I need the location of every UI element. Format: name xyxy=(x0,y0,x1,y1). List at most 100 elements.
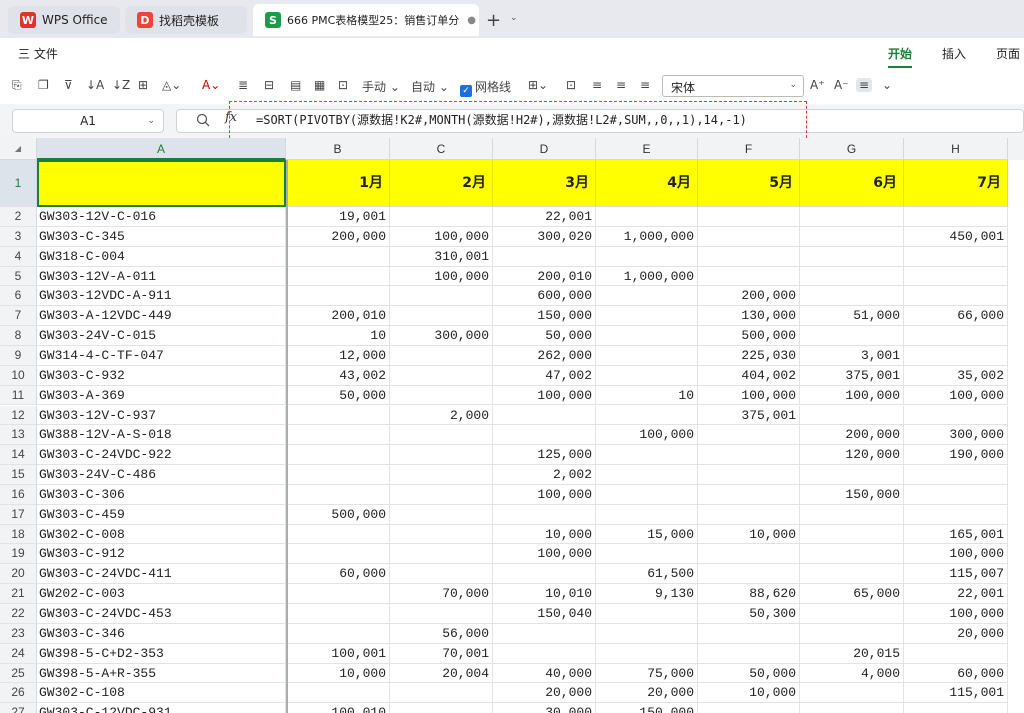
row-header[interactable]: 20 xyxy=(0,564,37,585)
quantity-cell[interactable]: 50,300 xyxy=(698,604,800,624)
font-family-select[interactable]: 宋体 ⌄ xyxy=(662,75,804,97)
quantity-cell[interactable]: 88,620 xyxy=(698,584,800,604)
sort-ascending-icon[interactable]: ↓A xyxy=(86,78,104,92)
quantity-cell[interactable] xyxy=(390,465,493,485)
quantity-cell[interactable]: 200,010 xyxy=(286,306,390,327)
quantity-cell[interactable] xyxy=(390,544,493,565)
quantity-cell[interactable] xyxy=(800,286,904,307)
quantity-cell[interactable] xyxy=(390,703,493,713)
tab-spreadsheet[interactable]: S 666 PMC表格模型25：销售订单分 ● xyxy=(253,4,479,36)
quantity-cell[interactable] xyxy=(800,564,904,585)
quantity-cell[interactable] xyxy=(698,425,800,446)
quantity-cell[interactable] xyxy=(800,623,904,644)
quantity-cell[interactable]: 100,000 xyxy=(904,604,1008,624)
quantity-cell[interactable]: 3,001 xyxy=(800,345,904,366)
quantity-cell[interactable]: 65,000 xyxy=(800,584,904,604)
quantity-cell[interactable] xyxy=(904,405,1008,426)
quantity-cell[interactable] xyxy=(286,465,390,485)
item-code-cell[interactable]: GW303-12V-C-937 xyxy=(37,405,286,426)
quantity-cell[interactable]: 300,020 xyxy=(493,226,596,247)
ribbon-tab-home[interactable]: 开始 xyxy=(888,45,913,68)
quantity-cell[interactable]: 12,000 xyxy=(286,345,390,366)
copy-icon[interactable]: ❐ xyxy=(38,78,49,92)
quantity-cell[interactable] xyxy=(493,504,596,525)
name-box[interactable]: A1 ⌄ xyxy=(12,109,164,133)
quantity-cell[interactable] xyxy=(286,604,390,624)
quantity-cell[interactable]: 300,000 xyxy=(904,425,1008,446)
month-header-cell[interactable]: 5月 xyxy=(698,160,800,207)
quantity-cell[interactable] xyxy=(904,643,1008,664)
quantity-cell[interactable]: 20,004 xyxy=(390,663,493,684)
zoom-search-icon[interactable] xyxy=(196,113,210,130)
quantity-cell[interactable] xyxy=(904,286,1008,307)
quantity-cell[interactable]: 100,001 xyxy=(286,643,390,664)
row-header[interactable]: 23 xyxy=(0,623,37,644)
item-code-cell[interactable]: GW388-12V-A-S-018 xyxy=(37,425,286,446)
auto-calc-button[interactable]: 自动 ⌄ xyxy=(411,78,449,95)
quantity-cell[interactable]: 100,000 xyxy=(904,385,1008,406)
row-header[interactable]: 27 xyxy=(0,703,37,713)
item-code-cell[interactable]: GW303-12V-C-016 xyxy=(37,207,286,227)
quantity-cell[interactable] xyxy=(286,544,390,565)
quantity-cell[interactable] xyxy=(800,524,904,545)
row-header[interactable]: 7 xyxy=(0,306,37,327)
quantity-cell[interactable] xyxy=(390,564,493,585)
quantity-cell[interactable]: 450,001 xyxy=(904,226,1008,247)
quantity-cell[interactable]: 22,001 xyxy=(493,207,596,227)
quantity-cell[interactable]: 100,000 xyxy=(390,266,493,287)
quantity-cell[interactable]: 300,000 xyxy=(390,326,493,346)
tab-wps-office[interactable]: W WPS Office xyxy=(8,6,120,34)
row-header[interactable]: 18 xyxy=(0,524,37,545)
quantity-cell[interactable] xyxy=(698,207,800,227)
row-header[interactable]: 5 xyxy=(0,266,37,287)
row-header[interactable]: 3 xyxy=(0,226,37,247)
quantity-cell[interactable] xyxy=(698,266,800,287)
row-header[interactable]: 25 xyxy=(0,663,37,684)
quantity-cell[interactable]: 1,000,000 xyxy=(596,226,698,247)
quantity-cell[interactable]: 10,000 xyxy=(493,524,596,545)
item-code-cell[interactable]: GW303-C-346 xyxy=(37,623,286,644)
quantity-cell[interactable]: 200,000 xyxy=(800,425,904,446)
quantity-cell[interactable]: 100,000 xyxy=(493,544,596,565)
tab-templates[interactable]: D 找稻壳模板 xyxy=(125,6,247,34)
quantity-cell[interactable] xyxy=(800,703,904,713)
filter-icon[interactable]: ⊽ xyxy=(64,78,73,92)
quantity-cell[interactable]: 500,000 xyxy=(286,504,390,525)
quantity-cell[interactable] xyxy=(390,286,493,307)
quantity-cell[interactable] xyxy=(493,564,596,585)
sort-descending-icon[interactable]: ↓Z xyxy=(112,78,130,92)
quantity-cell[interactable]: 10 xyxy=(286,326,390,346)
quantity-cell[interactable]: 500,000 xyxy=(698,326,800,346)
column-header-b[interactable]: B xyxy=(286,138,390,160)
row-col-icon[interactable]: ▤ xyxy=(290,78,301,92)
quantity-cell[interactable] xyxy=(904,345,1008,366)
quantity-cell[interactable]: 150,000 xyxy=(493,306,596,327)
quantity-cell[interactable]: 100,000 xyxy=(493,385,596,406)
quantity-cell[interactable] xyxy=(800,604,904,624)
quantity-cell[interactable] xyxy=(286,286,390,307)
quantity-cell[interactable]: 150,040 xyxy=(493,604,596,624)
quantity-cell[interactable] xyxy=(390,207,493,227)
quantity-cell[interactable] xyxy=(904,465,1008,485)
quantity-cell[interactable] xyxy=(286,683,390,704)
row-header[interactable]: 6 xyxy=(0,286,37,307)
quantity-cell[interactable]: 150,000 xyxy=(800,484,904,505)
quantity-cell[interactable] xyxy=(596,286,698,307)
quantity-cell[interactable] xyxy=(390,345,493,366)
column-header-e[interactable]: E xyxy=(596,138,698,160)
month-header-cell[interactable]: 2月 xyxy=(390,160,493,207)
row-header[interactable]: 9 xyxy=(0,345,37,366)
gridlines-toggle[interactable]: ✓ 网格线 xyxy=(460,78,511,97)
item-code-cell[interactable]: GW303-C-12VDC-931 xyxy=(37,703,286,713)
quantity-cell[interactable] xyxy=(493,246,596,267)
quantity-cell[interactable]: 75,000 xyxy=(596,663,698,684)
quantity-cell[interactable] xyxy=(596,405,698,426)
quantity-cell[interactable]: 70,000 xyxy=(390,584,493,604)
item-code-cell[interactable]: GW303-12VDC-A-911 xyxy=(37,286,286,307)
quantity-cell[interactable] xyxy=(698,484,800,505)
quantity-cell[interactable]: 404,002 xyxy=(698,365,800,386)
quantity-cell[interactable] xyxy=(596,345,698,366)
item-code-cell[interactable]: GW303-24V-C-486 xyxy=(37,465,286,485)
quantity-cell[interactable]: 66,000 xyxy=(904,306,1008,327)
quantity-cell[interactable] xyxy=(493,405,596,426)
